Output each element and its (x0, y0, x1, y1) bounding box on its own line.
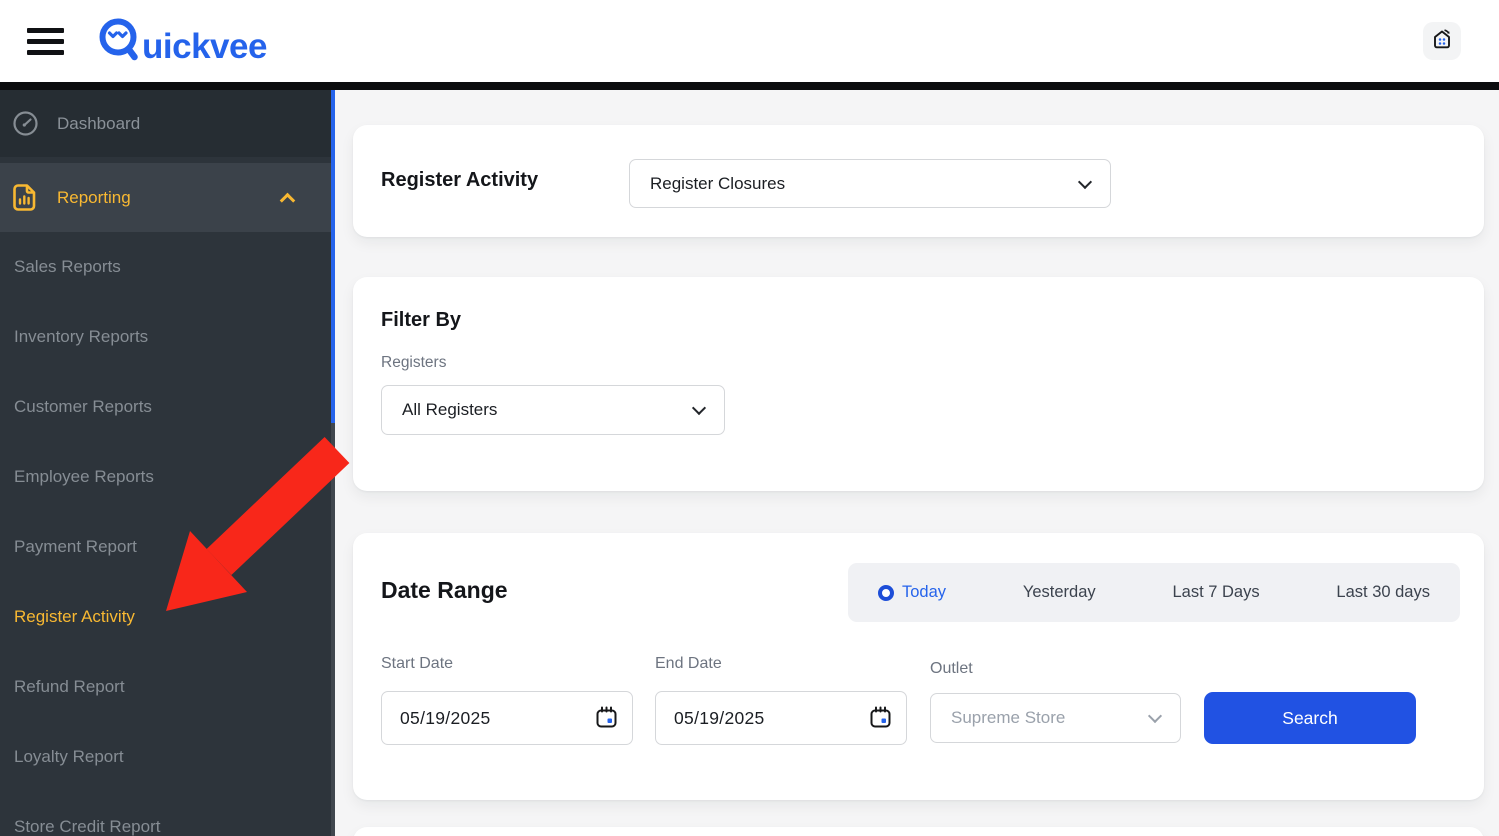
sidebar-item-customer-reports[interactable]: Customer Reports (0, 372, 335, 442)
registers-select[interactable]: All Registers (381, 385, 725, 435)
chevron-down-icon (691, 400, 707, 416)
reporting-submenu: Sales Reports Inventory Reports Customer… (0, 232, 335, 836)
hamburger-menu-icon[interactable] (27, 22, 64, 61)
chevron-up-icon (279, 192, 296, 209)
store-switcher-icon (1430, 27, 1454, 56)
sidebar-item-sales-reports[interactable]: Sales Reports (0, 232, 335, 302)
register-activity-select-value: Register Closures (650, 173, 786, 193)
radio-selected-icon (878, 584, 894, 601)
sidebar-item-inventory-reports[interactable]: Inventory Reports (0, 302, 335, 372)
range-last-7-days[interactable]: Last 7 Days (1172, 583, 1259, 602)
search-button[interactable]: Search (1204, 692, 1416, 744)
quick-range-tabs: Today Yesterday Last 7 Days Last 30 days (848, 563, 1460, 622)
sidebar-item-label: Dashboard (57, 113, 141, 133)
register-activity-card: Register Activity Register Closures (353, 125, 1484, 237)
sidebar-item-label: Inventory Reports (14, 327, 149, 346)
end-date-label: End Date (655, 655, 722, 672)
calendar-icon[interactable] (594, 705, 619, 735)
sidebar-item-label: Payment Report (14, 537, 137, 556)
store-switcher-button[interactable] (1423, 22, 1461, 60)
sidebar-item-store-credit-report[interactable]: Store Credit Report (0, 792, 335, 836)
sidebar-item-label: Register Activity (14, 607, 135, 626)
sidebar-item-employee-reports[interactable]: Employee Reports (0, 442, 335, 512)
sidebar-item-loyalty-report[interactable]: Loyalty Report (0, 722, 335, 792)
logo-text: uickvee (142, 27, 267, 66)
register-activity-select[interactable]: Register Closures (629, 159, 1111, 208)
chevron-down-icon (1077, 174, 1093, 189)
sidebar-item-label: Refund Report (14, 677, 125, 696)
date-range-title: Date Range (381, 577, 508, 603)
sidebar-scrollbar-thumb[interactable] (331, 90, 335, 423)
register-activity-label: Register Activity (381, 169, 539, 191)
main-content: Register Activity Register Closures Filt… (335, 90, 1499, 836)
sidebar-item-label: Store Credit Report (14, 817, 161, 836)
sidebar: Dashboard Reporting Sales Reports Invent… (0, 90, 335, 836)
start-date-label: Start Date (381, 655, 454, 672)
header-divider (0, 82, 1499, 90)
sidebar-item-label: Employee Reports (14, 467, 154, 486)
range-last-30-days[interactable]: Last 30 days (1336, 583, 1430, 602)
sidebar-scrollbar[interactable] (331, 90, 335, 836)
chevron-down-icon (1147, 708, 1163, 724)
top-header: uickvee (0, 0, 1499, 82)
sidebar-item-reporting[interactable]: Reporting (0, 163, 335, 232)
calendar-icon[interactable] (868, 705, 893, 735)
sidebar-item-refund-report[interactable]: Refund Report (0, 652, 335, 722)
registers-select-value: All Registers (402, 400, 498, 419)
outlet-select[interactable]: Supreme Store (930, 693, 1181, 743)
filter-by-card: Filter By Registers All Registers (353, 277, 1484, 491)
outlet-label: Outlet (930, 660, 973, 677)
report-document-icon (8, 182, 42, 213)
range-yesterday[interactable]: Yesterday (1023, 583, 1096, 602)
date-range-card: Date Range Today Yesterday Last 7 Days L… (353, 533, 1484, 800)
dashboard-gauge-icon (8, 110, 42, 137)
sidebar-item-label: Sales Reports (14, 257, 121, 276)
range-today[interactable]: Today (878, 583, 946, 602)
registers-label: Registers (381, 354, 447, 371)
sidebar-item-register-activity[interactable]: Register Activity (0, 582, 335, 652)
quickvee-logo[interactable]: uickvee (97, 15, 267, 67)
sidebar-item-label: Loyalty Report (14, 747, 124, 766)
sidebar-item-label: Customer Reports (14, 397, 152, 416)
next-card-partial (353, 827, 1484, 836)
sidebar-item-payment-report[interactable]: Payment Report (0, 512, 335, 582)
sidebar-item-dashboard[interactable]: Dashboard (0, 90, 335, 157)
filter-by-title: Filter By (381, 309, 462, 331)
outlet-select-value: Supreme Store (951, 708, 1066, 727)
range-label: Today (902, 583, 947, 601)
sidebar-item-label: Reporting (57, 187, 131, 207)
quickvee-q-icon (97, 15, 141, 67)
